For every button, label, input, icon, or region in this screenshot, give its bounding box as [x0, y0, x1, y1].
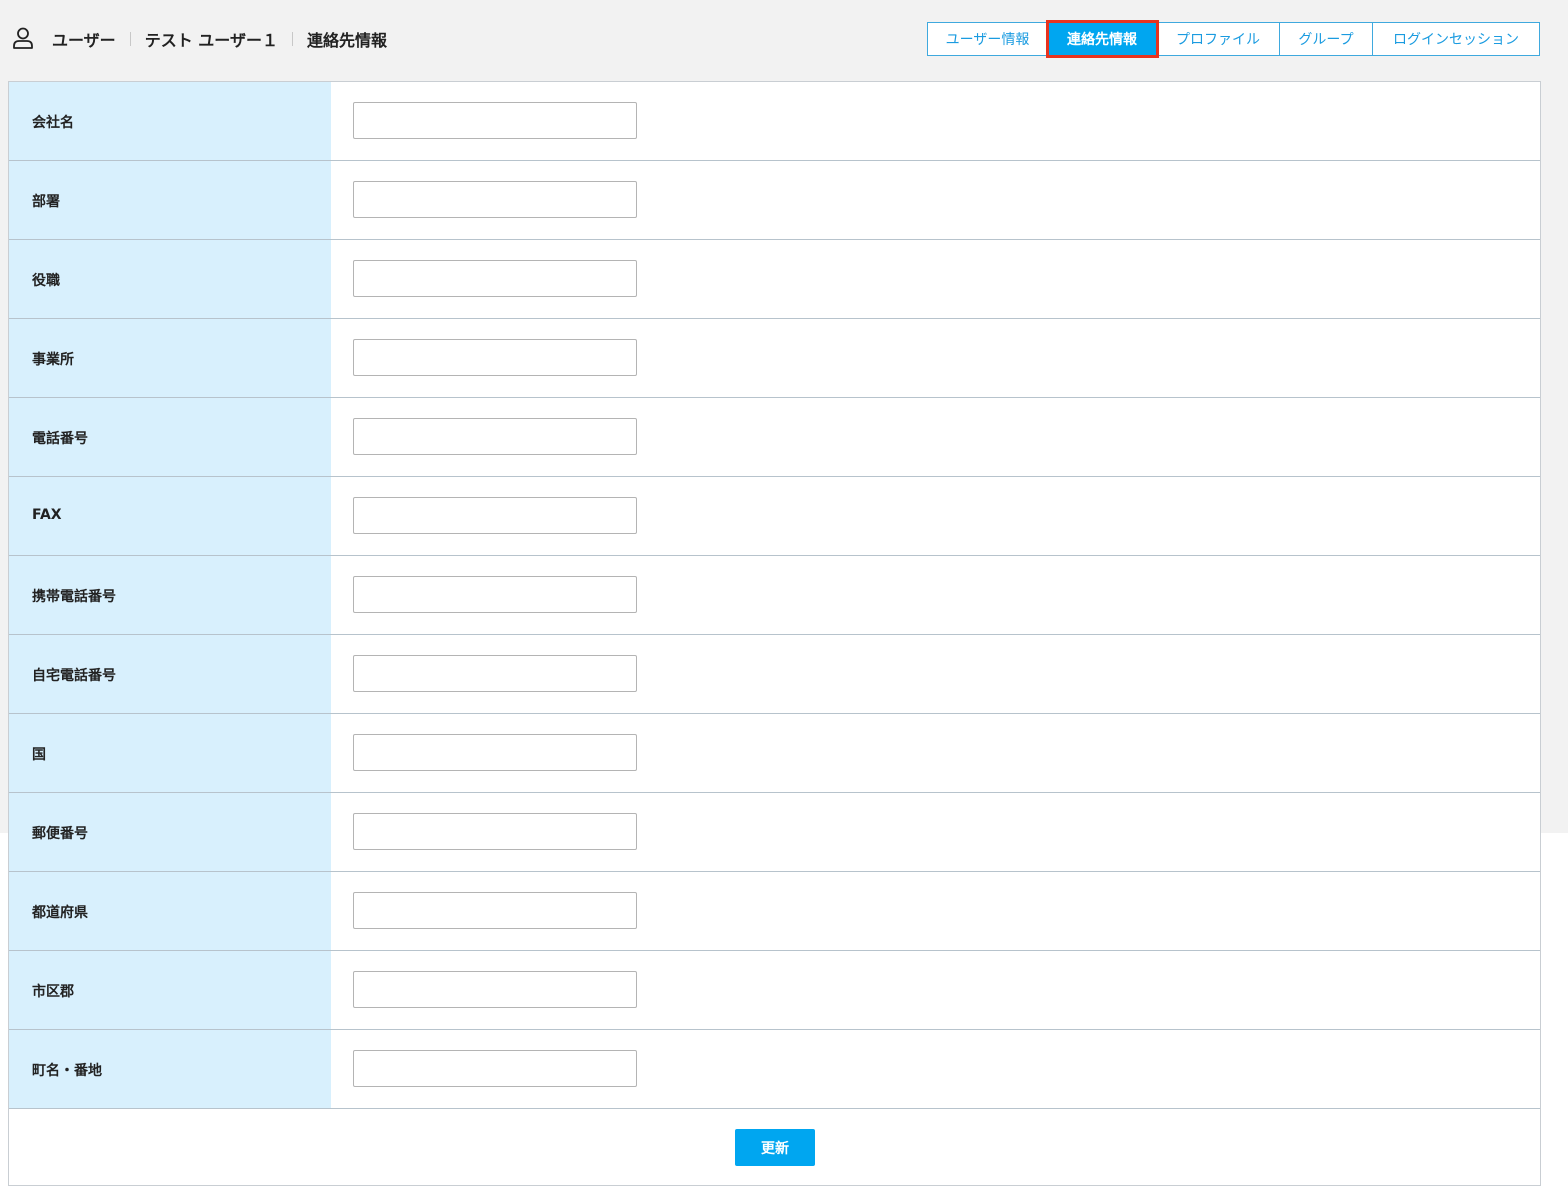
form-label-cell: 部署 [9, 161, 331, 239]
form-row-office: 事業所 [9, 319, 1540, 398]
contact-info-form: 会社名 部署 役職 事業所 電話番号 FAX 携帯電話番号 自宅電話番号 国 郵… [8, 81, 1541, 1186]
update-button[interactable]: 更新 [735, 1129, 815, 1166]
form-row-position: 役職 [9, 240, 1540, 319]
form-label-cell: 携帯電話番号 [9, 556, 331, 634]
department-input[interactable] [353, 181, 637, 218]
department-label: 部署 [32, 194, 60, 210]
tab-bar: ユーザー情報 連絡先情報 プロファイル グループ ログインセッション [927, 20, 1540, 58]
tab-login-sessions[interactable]: ログインセッション [1373, 22, 1540, 56]
street-address-input[interactable] [353, 1050, 637, 1087]
form-row-fax: FAX [9, 477, 1540, 556]
form-row-city: 市区郡 [9, 951, 1540, 1030]
form-row-mobile-phone: 携帯電話番号 [9, 556, 1540, 635]
form-label-cell: 郵便番号 [9, 793, 331, 871]
tab-user-info[interactable]: ユーザー情報 [927, 22, 1048, 56]
phone-label: 電話番号 [32, 431, 88, 447]
form-row-postal-code: 郵便番号 [9, 793, 1540, 872]
prefecture-input[interactable] [353, 892, 637, 929]
form-label-cell: 事業所 [9, 319, 331, 397]
tab-profile[interactable]: プロファイル [1157, 22, 1280, 56]
form-label-cell: 都道府県 [9, 872, 331, 950]
form-row-company: 会社名 [9, 82, 1540, 161]
form-label-cell: 会社名 [9, 82, 331, 160]
prefecture-label: 都道府県 [32, 905, 88, 921]
position-input[interactable] [353, 260, 637, 297]
mobile-phone-label: 携帯電話番号 [32, 589, 116, 605]
page-header: ユーザー テスト ユーザー１ 連絡先情報 ユーザー情報 連絡先情報 プロファイル… [0, 0, 1568, 80]
form-row-street-address: 町名・番地 [9, 1030, 1540, 1109]
breadcrumb-users[interactable]: ユーザー [52, 27, 116, 51]
street-address-label: 町名・番地 [32, 1063, 102, 1079]
office-input[interactable] [353, 339, 637, 376]
form-label-cell: 電話番号 [9, 398, 331, 476]
form-label-cell: 役職 [9, 240, 331, 318]
company-input[interactable] [353, 102, 637, 139]
phone-input[interactable] [353, 418, 637, 455]
form-label-cell: 町名・番地 [9, 1030, 331, 1108]
city-input[interactable] [353, 971, 637, 1008]
home-phone-input[interactable] [353, 655, 637, 692]
tab-groups[interactable]: グループ [1280, 22, 1373, 56]
form-row-home-phone: 自宅電話番号 [9, 635, 1540, 714]
country-label: 国 [32, 747, 46, 763]
tab-contact-info[interactable]: 連絡先情報 [1046, 20, 1159, 58]
form-row-prefecture: 都道府県 [9, 872, 1540, 951]
home-phone-label: 自宅電話番号 [32, 668, 116, 684]
fax-label: FAX [32, 507, 62, 523]
user-icon [13, 27, 33, 49]
form-label-cell: 市区郡 [9, 951, 331, 1029]
city-label: 市区郡 [32, 984, 74, 1000]
breadcrumb-user-name[interactable]: テスト ユーザー１ [145, 27, 278, 51]
form-row-department: 部署 [9, 161, 1540, 240]
fax-input[interactable] [353, 497, 637, 534]
form-row-country: 国 [9, 714, 1540, 793]
form-label-cell: 自宅電話番号 [9, 635, 331, 713]
breadcrumb-separator [291, 32, 293, 46]
mobile-phone-input[interactable] [353, 576, 637, 613]
postal-code-input[interactable] [353, 813, 637, 850]
form-footer: 更新 [9, 1109, 1540, 1185]
breadcrumb-current-page: 連絡先情報 [306, 31, 387, 50]
country-input[interactable] [353, 734, 637, 771]
form-label-cell: FAX [9, 477, 331, 555]
company-label: 会社名 [32, 115, 74, 131]
form-row-phone: 電話番号 [9, 398, 1540, 477]
position-label: 役職 [32, 273, 60, 289]
breadcrumb-separator [129, 32, 131, 46]
breadcrumb: ユーザー テスト ユーザー１ 連絡先情報 [52, 27, 387, 51]
form-label-cell: 国 [9, 714, 331, 792]
office-label: 事業所 [32, 352, 74, 368]
postal-code-label: 郵便番号 [32, 826, 88, 842]
